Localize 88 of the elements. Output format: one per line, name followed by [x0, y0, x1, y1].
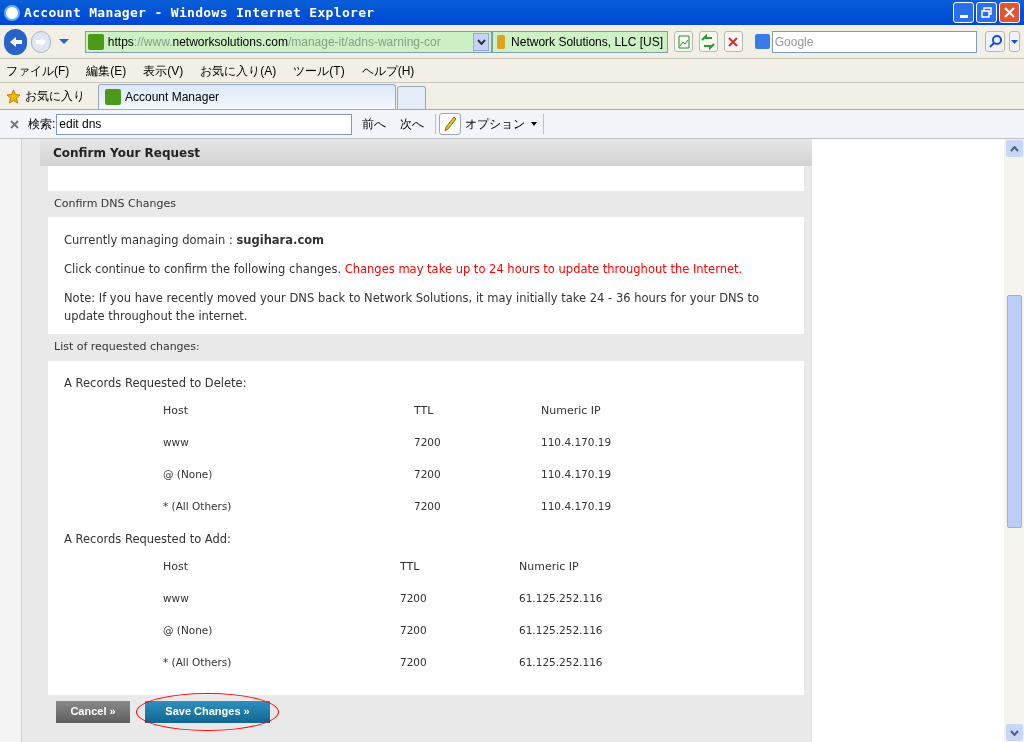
- cancel-button[interactable]: Cancel »: [56, 700, 130, 723]
- back-arrow-icon: [8, 35, 23, 48]
- address-field[interactable]: https://www.networksolutions.com/manage-it/adns-warning-cor: [84, 30, 493, 53]
- menu-item[interactable]: 表示(V): [143, 61, 184, 80]
- caret-icon: [1009, 145, 1019, 152]
- caret-icon: [1011, 39, 1019, 44]
- menu-item[interactable]: ツール(T): [293, 61, 345, 80]
- confirm-text: Click continue to confirm the following changes. Changes may take up to 24 hours to update throughout the Internet.: [64, 261, 744, 279]
- browser-icon: [4, 4, 20, 21]
- url-part: https: [107, 34, 134, 49]
- table-cell-text: 7200: [414, 498, 442, 514]
- forward-arrow-icon: [34, 36, 47, 47]
- save-button[interactable]: Save Changes »: [145, 700, 270, 723]
- scroll-up-icon[interactable]: [1005, 140, 1023, 157]
- find-label: 検索:: [28, 116, 56, 133]
- dropdown-icon: [531, 122, 538, 126]
- window-title: Account Manager - Windows Internet Explorer: [24, 3, 375, 22]
- close-icon: [9, 119, 19, 129]
- minimize-button[interactable]: [953, 2, 974, 23]
- column-header: Numeric IP: [541, 402, 602, 419]
- table-cell-text: 110.4.170.19: [541, 434, 613, 450]
- search-icon: [988, 35, 1002, 48]
- close-icon[interactable]: [8, 118, 20, 130]
- caret-icon: [1009, 729, 1019, 736]
- refresh-button[interactable]: [699, 31, 718, 52]
- back-button[interactable]: [4, 28, 28, 55]
- table-cell-text: * (All Others): [163, 654, 233, 670]
- scrollbar[interactable]: [1004, 139, 1024, 742]
- url-part: ://www.: [133, 34, 173, 49]
- minimize-icon: [959, 14, 968, 18]
- table-cell-text: 61.125.252.116: [519, 654, 604, 670]
- menu-item[interactable]: ヘルプ(H): [361, 61, 415, 80]
- url-part: /manage-it/adns-warning-cor: [287, 34, 441, 49]
- menu-item[interactable]: お気に入り(A): [200, 61, 277, 80]
- group-title: A Records Requested to Delete:: [64, 374, 248, 392]
- compatibility-button[interactable]: [674, 31, 693, 52]
- stop-button[interactable]: [723, 31, 743, 52]
- scroll-down-icon[interactable]: [1005, 724, 1023, 741]
- url-part: networksolutions.com: [172, 34, 288, 49]
- table-cell-text: 7200: [400, 622, 428, 638]
- certificate-field[interactable]: Network Solutions, LLC [US]: [492, 30, 669, 53]
- next-button[interactable]: 次へ: [399, 115, 426, 133]
- previous-button[interactable]: 前へ: [361, 115, 388, 133]
- table-cell-text: @ (None): [163, 466, 214, 482]
- table-cell-text: 7200: [400, 654, 428, 670]
- column-header: TTL: [414, 402, 435, 419]
- table-cell-text: 7200: [414, 466, 442, 482]
- browser-tab[interactable]: Account Manager: [98, 84, 396, 109]
- close-icon: [1004, 7, 1015, 18]
- scroll-thumb[interactable]: [1006, 295, 1022, 528]
- section-heading: Confirm Your Request: [40, 139, 812, 166]
- compatibility-icon: [675, 33, 692, 50]
- table-cell-text: 110.4.170.19: [541, 498, 613, 514]
- table-cell-text: * (All Others): [163, 498, 233, 514]
- table-cell-text: 7200: [400, 590, 428, 606]
- search-field[interactable]: Google: [771, 30, 978, 53]
- restore-icon: [981, 7, 992, 18]
- certificate-text: Network Solutions, LLC [US]: [511, 33, 664, 51]
- table-cell-text: 61.125.252.116: [519, 590, 604, 606]
- note-text: Note: If you have recently moved your DNS back to Network Solutions, it may initially take 24 - 36 hours for your DNS to update throughout the internet.: [64, 289, 761, 325]
- group-title: A Records Requested to Add:: [64, 530, 232, 548]
- subsection-heading: List of requested changes:: [53, 338, 201, 355]
- star-icon: [6, 88, 21, 104]
- table-cell-text: 61.125.252.116: [519, 622, 604, 638]
- favorites-button[interactable]: お気に入り: [0, 83, 98, 109]
- dropdown-icon[interactable]: [58, 39, 69, 44]
- dropdown-icon[interactable]: [473, 32, 490, 51]
- column-header: Host: [163, 402, 190, 419]
- menu-item[interactable]: 編集(E): [86, 61, 127, 80]
- restore-button[interactable]: [976, 2, 997, 23]
- table-cell-text: www: [163, 590, 190, 606]
- options-button[interactable]: オプション: [439, 113, 538, 135]
- table-cell-text: 7200: [414, 434, 442, 450]
- table-cell-text: @ (None): [163, 622, 214, 638]
- table-cell-text: www: [163, 434, 190, 450]
- menu-item[interactable]: ファイル(F): [6, 61, 70, 80]
- caret-icon: [476, 38, 486, 45]
- search-options-button[interactable]: [1009, 31, 1020, 52]
- column-header: Host: [163, 558, 190, 575]
- domain-text: Currently managing domain : sugihara.com: [64, 232, 326, 249]
- find-field[interactable]: edit dns: [56, 113, 353, 135]
- close-button[interactable]: [999, 2, 1020, 23]
- column-header: TTL: [400, 558, 421, 575]
- refresh-icon: [700, 33, 717, 50]
- column-header: Numeric IP: [519, 558, 580, 575]
- search-button[interactable]: [985, 31, 1006, 52]
- table-cell-text: 110.4.170.19: [541, 466, 613, 482]
- subsection-heading: Confirm DNS Changes: [53, 195, 177, 212]
